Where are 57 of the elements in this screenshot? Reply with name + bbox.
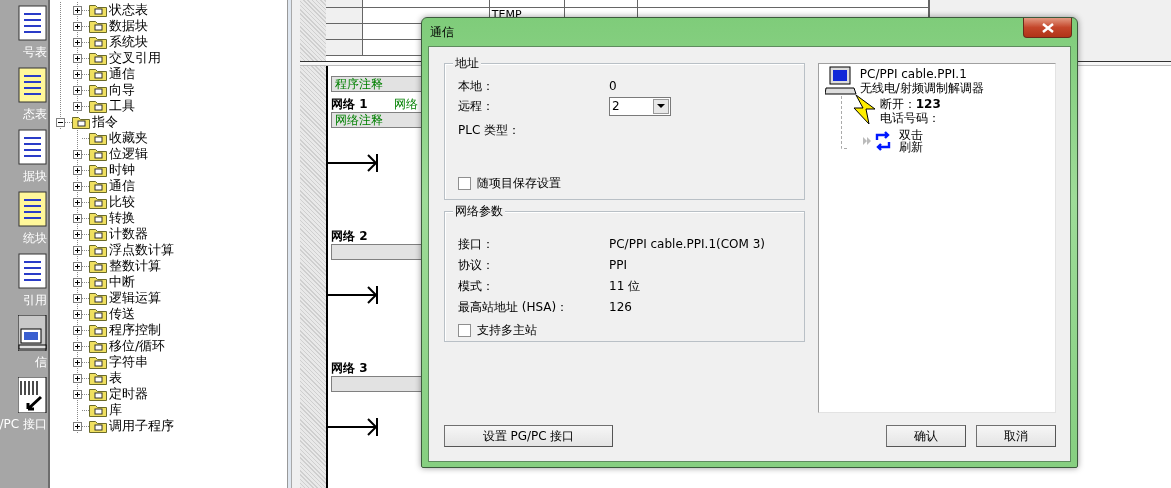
device-name: PC/PPI cable.PPI.1 <box>859 67 968 82</box>
refresh-label[interactable]: 双击刷新 <box>898 128 926 153</box>
field-value: PPI <box>609 257 627 273</box>
connection-status: 断开：123 <box>879 97 941 112</box>
checkbox-label: 随项目保存设置 <box>477 176 561 191</box>
network-title: 网络 3 <box>331 360 368 376</box>
tree-item[interactable]: 收藏夹 <box>109 130 148 146</box>
tree-item[interactable]: 转换 <box>109 210 135 226</box>
tree-item[interactable]: 系统块 <box>109 34 148 50</box>
tree-item[interactable]: 通信 <box>109 178 135 194</box>
field-label: 远程： <box>458 99 495 114</box>
tree-item[interactable]: 字符串 <box>109 354 148 370</box>
tree-item[interactable]: 指令 <box>92 114 118 130</box>
network-title: 网络 2 <box>331 228 368 244</box>
window-title: 通信 <box>430 24 454 40</box>
tree-item[interactable]: 传送 <box>109 306 135 322</box>
tree-item[interactable]: 逻辑运算 <box>109 290 161 306</box>
group-title: 地址 <box>453 56 481 71</box>
tree-item[interactable]: 移位/循环 <box>109 338 166 354</box>
field-label: PLC 类型： <box>458 123 522 138</box>
field-value: 0 <box>609 79 617 94</box>
tree-item[interactable]: 表 <box>109 370 122 386</box>
tree-item[interactable]: 整数计算 <box>109 258 161 274</box>
field-label: 模式： <box>458 278 495 294</box>
tree-item[interactable]: 位逻辑 <box>109 146 148 162</box>
tree-item[interactable]: 定时器 <box>109 386 148 402</box>
cancel-button[interactable]: 取消 <box>976 425 1056 447</box>
tree-item[interactable]: 程序控制 <box>109 322 161 338</box>
checkbox-label: 支持多主站 <box>477 323 537 338</box>
remote-dropdown[interactable]: 2 <box>609 96 671 116</box>
tree-item[interactable]: 数据块 <box>109 18 148 34</box>
tree-item[interactable]: 中断 <box>109 274 135 290</box>
field-label: 接口： <box>458 236 495 252</box>
tree-item[interactable]: 向导 <box>109 82 135 98</box>
network-caption: 网络 <box>393 96 418 112</box>
tree-item[interactable]: 库 <box>109 402 122 418</box>
phone-label: 电话号码： <box>879 111 941 126</box>
field-label: 本地： <box>458 79 495 94</box>
network-title: 网络 1 <box>331 96 368 112</box>
tree-item[interactable]: 浮点数计算 <box>109 242 174 258</box>
tree-item[interactable]: 工具 <box>109 98 135 114</box>
field-label: 协议： <box>458 257 495 273</box>
field-value: PC/PPI cable.PPI.1(COM 3) <box>609 236 766 252</box>
tree-item[interactable]: 交叉引用 <box>109 50 161 66</box>
tree-item[interactable]: 调用子程序 <box>109 418 174 434</box>
device-type: 无线电/射频调制解调器 <box>859 81 984 96</box>
field-value: 11 位 <box>609 278 641 294</box>
field-label: 最高站地址 (HSA)： <box>458 299 570 315</box>
tree-item[interactable]: 时钟 <box>109 162 135 178</box>
tree-item[interactable]: 比较 <box>109 194 135 210</box>
tree-item[interactable]: 通信 <box>109 66 135 82</box>
setup-interface-button[interactable]: 设置 PG/PC 接口 <box>444 425 613 447</box>
tree-item[interactable]: 计数器 <box>109 226 148 242</box>
field-value: 126 <box>609 299 632 315</box>
ok-button[interactable]: 确认 <box>886 425 966 447</box>
group-title: 网络参数 <box>453 204 505 219</box>
tree-item[interactable]: 状态表 <box>109 2 148 18</box>
